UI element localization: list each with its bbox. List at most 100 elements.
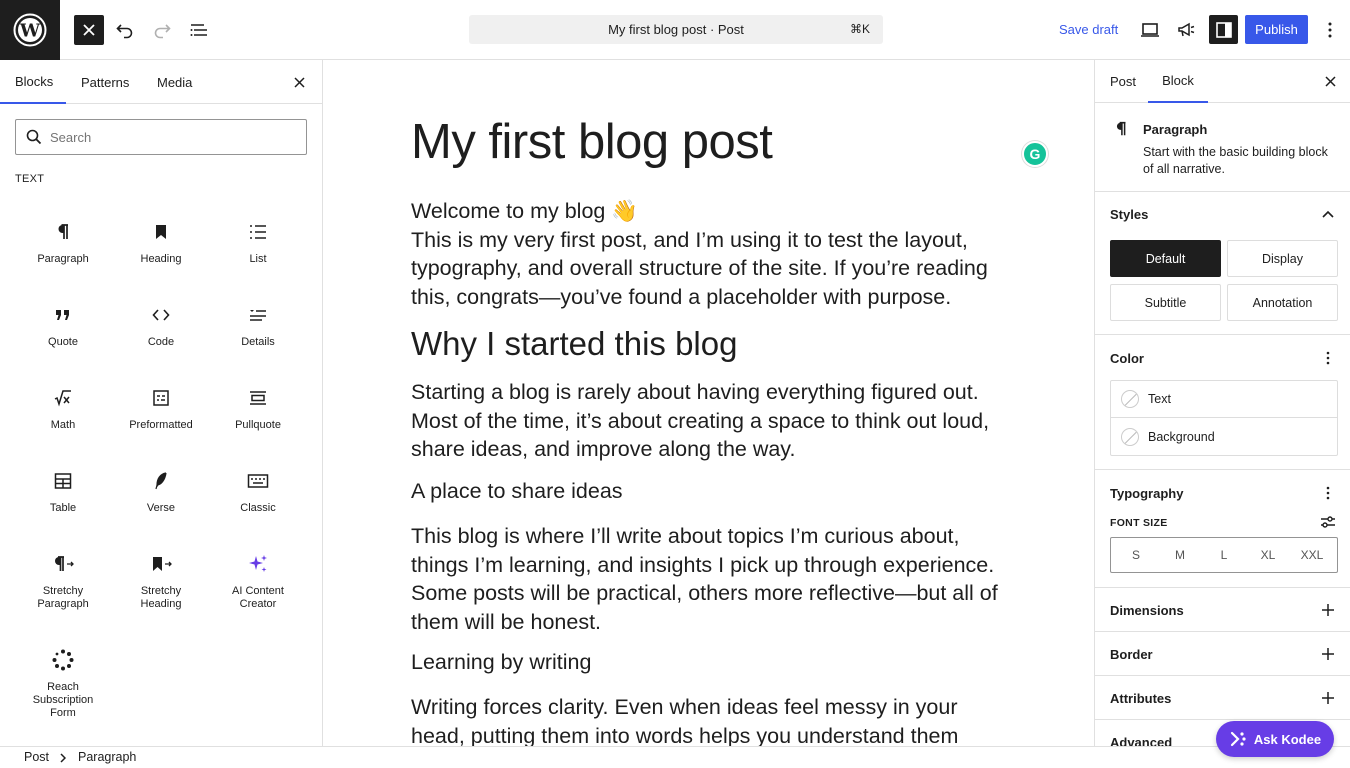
dimensions-panel[interactable]: Dimensions [1095,588,1350,632]
color-options-button[interactable] [1318,348,1338,368]
font-size-xl[interactable]: XL [1246,538,1290,572]
advanced-title: Advanced [1110,735,1173,746]
block-details[interactable]: Details [213,303,303,349]
heading-block[interactable]: A place to share ideas [411,479,623,504]
search-icon [26,129,42,145]
paragraph-block[interactable]: Welcome to my blog 👋 This is my very fir… [411,197,1011,311]
block-search-field[interactable] [15,119,307,155]
block-card: Paragraph Start with the basic building … [1095,103,1350,192]
post-title[interactable]: My first blog post [411,114,773,170]
list-icon [250,225,266,239]
font-size-label: FONT SIZE [1110,517,1168,529]
search-input[interactable] [50,129,290,145]
block-label: Heading [140,253,182,265]
block-ai-content-creator[interactable]: AI Content Creator [213,552,303,611]
undo-button[interactable] [110,15,140,45]
chevron-right-icon [60,753,66,763]
tab-patterns[interactable]: Patterns [81,60,129,104]
tab-media[interactable]: Media [157,60,192,104]
block-reach-subscription-form[interactable]: Reach Subscription Form [18,648,108,720]
block-label: Stretchy Paragraph [37,585,89,610]
block-label: Math [50,419,76,431]
wordpress-logo-button[interactable]: W [0,0,60,60]
close-inserter-button[interactable] [74,15,104,45]
close-sidebar-button[interactable] [1322,60,1338,103]
add-attributes-button[interactable] [1318,688,1338,708]
block-table[interactable]: Table [18,469,108,515]
document-overview-button[interactable] [184,15,214,45]
font-size-xxl[interactable]: XXL [1290,538,1334,572]
editor-top-bar: W My first blog post · Post ⌘K Save draf… [0,0,1350,60]
typography-title: Typography [1110,486,1184,501]
font-size-s[interactable]: S [1114,538,1158,572]
collapse-styles-button[interactable] [1318,204,1338,224]
block-quote[interactable]: Quote [18,303,108,349]
block-card-title: Paragraph [1143,122,1208,137]
block-label: Paragraph [37,253,89,265]
block-code[interactable]: Code [116,303,206,349]
tab-blocks[interactable]: Blocks [0,60,66,104]
desktop-icon [1141,23,1159,37]
block-inserter-panel: Blocks Patterns Media TEXT Paragraph Hea… [0,60,323,746]
publish-button[interactable]: Publish [1245,15,1308,44]
text-color-option[interactable]: Text [1110,380,1338,418]
block-label: Table [49,502,77,514]
options-menu-button[interactable] [1315,15,1345,45]
paragraph-block[interactable]: Starting a blog is rarely about having e… [411,378,1011,464]
breadcrumb-paragraph[interactable]: Paragraph [78,750,136,764]
font-size-m[interactable]: M [1158,538,1202,572]
tab-block[interactable]: Block [1148,60,1208,103]
editor-canvas[interactable]: My first blog post G Welcome to my blog … [323,60,1094,746]
typography-panel: Typography FONT SIZE S M L XL XXL [1095,470,1350,588]
block-pullquote[interactable]: Pullquote [213,386,303,432]
block-stretchy-paragraph[interactable]: Stretchy Paragraph [18,552,108,611]
heading-block[interactable]: Learning by writing [411,650,591,675]
background-color-option[interactable]: Background [1110,418,1338,456]
preview-button[interactable] [1135,15,1165,45]
block-heading[interactable]: Heading [116,220,206,266]
add-border-button[interactable] [1318,644,1338,664]
settings-toggle-button[interactable] [1209,15,1238,44]
block-paragraph[interactable]: Paragraph [18,220,108,266]
block-label: Details [241,336,275,348]
breadcrumb-post[interactable]: Post [24,750,49,764]
category-heading: TEXT [15,173,45,185]
typography-options-button[interactable] [1318,483,1338,503]
subscription-icon [52,649,74,671]
command-palette-bar[interactable]: My first blog post · Post ⌘K [469,15,883,44]
block-verse[interactable]: Verse [116,469,206,515]
block-label: Pullquote [235,419,281,431]
close-panel-button[interactable] [289,60,309,104]
style-subtitle-button[interactable]: Subtitle [1110,284,1221,321]
attributes-panel[interactable]: Attributes [1095,676,1350,720]
save-draft-button[interactable]: Save draft [1052,15,1125,44]
block-stretchy-heading[interactable]: Stretchy Heading [116,552,206,611]
ask-kodee-label: Ask Kodee [1253,731,1322,747]
tab-post[interactable]: Post [1110,60,1136,103]
quote-icon [56,310,69,320]
heading-block[interactable]: Why I started this blog [411,325,737,363]
style-display-button[interactable]: Display [1227,240,1338,277]
custom-font-size-button[interactable] [1318,512,1338,532]
paragraph-block[interactable]: Writing forces clarity. Even when ideas … [411,693,1011,746]
block-breadcrumb: Post Paragraph [0,746,1350,768]
announcement-button[interactable] [1171,15,1201,45]
font-size-l[interactable]: L [1202,538,1246,572]
empty-swatch-icon [1121,389,1139,408]
border-panel[interactable]: Border [1095,632,1350,676]
color-option-label: Background [1148,430,1215,444]
block-classic[interactable]: Classic [213,469,303,515]
style-default-button[interactable]: Default [1110,240,1221,277]
block-preformatted[interactable]: Preformatted [116,386,206,432]
block-list[interactable]: List [213,220,303,266]
paragraph-icon [1116,121,1126,136]
ask-kodee-button[interactable]: Ask Kodee [1216,721,1334,757]
redo-button[interactable] [147,15,177,45]
settings-sidebar: Post Block Paragraph Start with the basi… [1094,60,1350,746]
style-annotation-button[interactable]: Annotation [1227,284,1338,321]
grammarly-icon[interactable]: G [1022,141,1048,167]
block-math[interactable]: Math [18,386,108,432]
megaphone-icon [1178,22,1195,37]
paragraph-block[interactable]: This blog is where I’ll write about topi… [411,522,1011,636]
add-dimensions-button[interactable] [1318,600,1338,620]
